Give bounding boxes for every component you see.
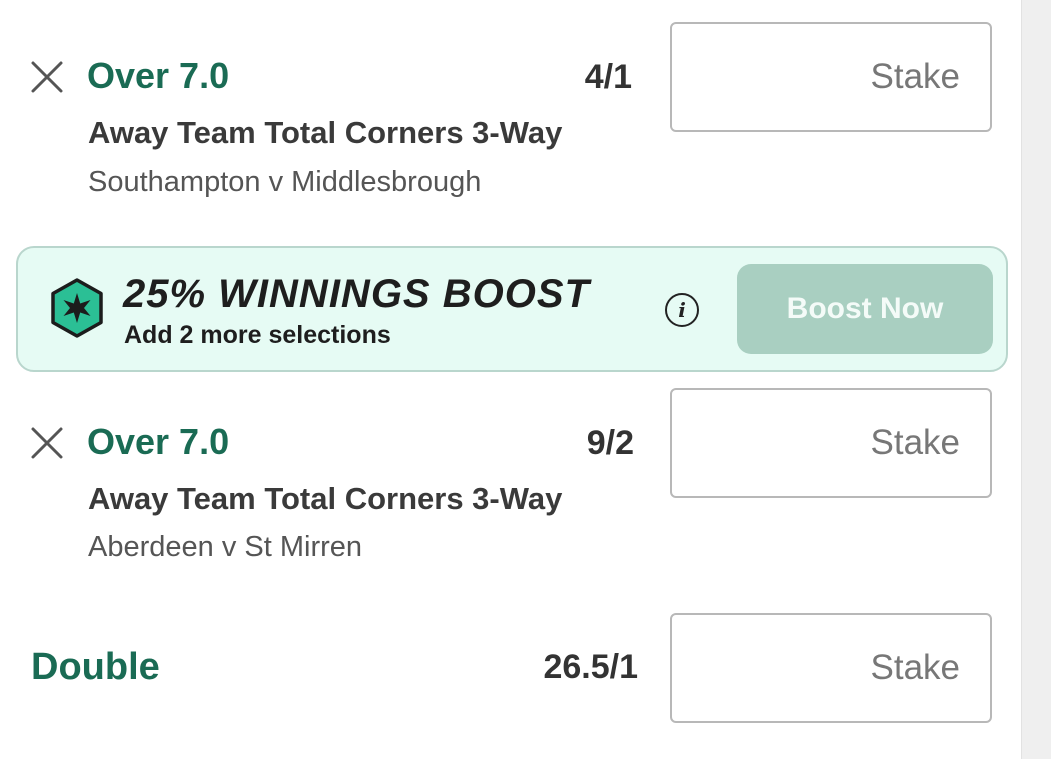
boost-subtitle: Add 2 more selections bbox=[124, 321, 391, 349]
bet-slip: Over 7.0 4/1 Away Team Total Corners 3-W… bbox=[0, 0, 1051, 759]
scrollbar[interactable] bbox=[1021, 0, 1051, 759]
boost-title: 25% WINNINGS BOOST bbox=[123, 272, 590, 316]
stake-input[interactable] bbox=[670, 22, 992, 132]
stake-input[interactable] bbox=[670, 613, 992, 723]
event-name: Aberdeen v St Mirren bbox=[88, 531, 363, 563]
boost-now-button[interactable]: Boost Now bbox=[737, 264, 993, 354]
multiple-odds: 26.5/1 bbox=[543, 648, 638, 686]
multiple-label: Double bbox=[31, 646, 160, 688]
market-name: Away Team Total Corners 3-Way bbox=[88, 115, 563, 150]
selection-odds: 9/2 bbox=[586, 424, 634, 462]
remove-selection-button[interactable] bbox=[27, 423, 67, 463]
star-badge-icon bbox=[50, 278, 104, 338]
remove-selection-button[interactable] bbox=[27, 57, 67, 97]
selection-odds: 4/1 bbox=[584, 58, 632, 96]
event-name: Southampton v Middlesbrough bbox=[88, 166, 482, 198]
selection-name: Over 7.0 bbox=[87, 421, 230, 462]
close-icon bbox=[30, 426, 64, 460]
stake-input[interactable] bbox=[670, 388, 992, 498]
winnings-boost-banner: 25% WINNINGS BOOST Add 2 more selections… bbox=[16, 246, 1008, 372]
selection-name: Over 7.0 bbox=[87, 55, 230, 96]
info-icon[interactable]: i bbox=[665, 293, 699, 327]
market-name: Away Team Total Corners 3-Way bbox=[88, 481, 563, 516]
close-icon bbox=[30, 60, 64, 94]
